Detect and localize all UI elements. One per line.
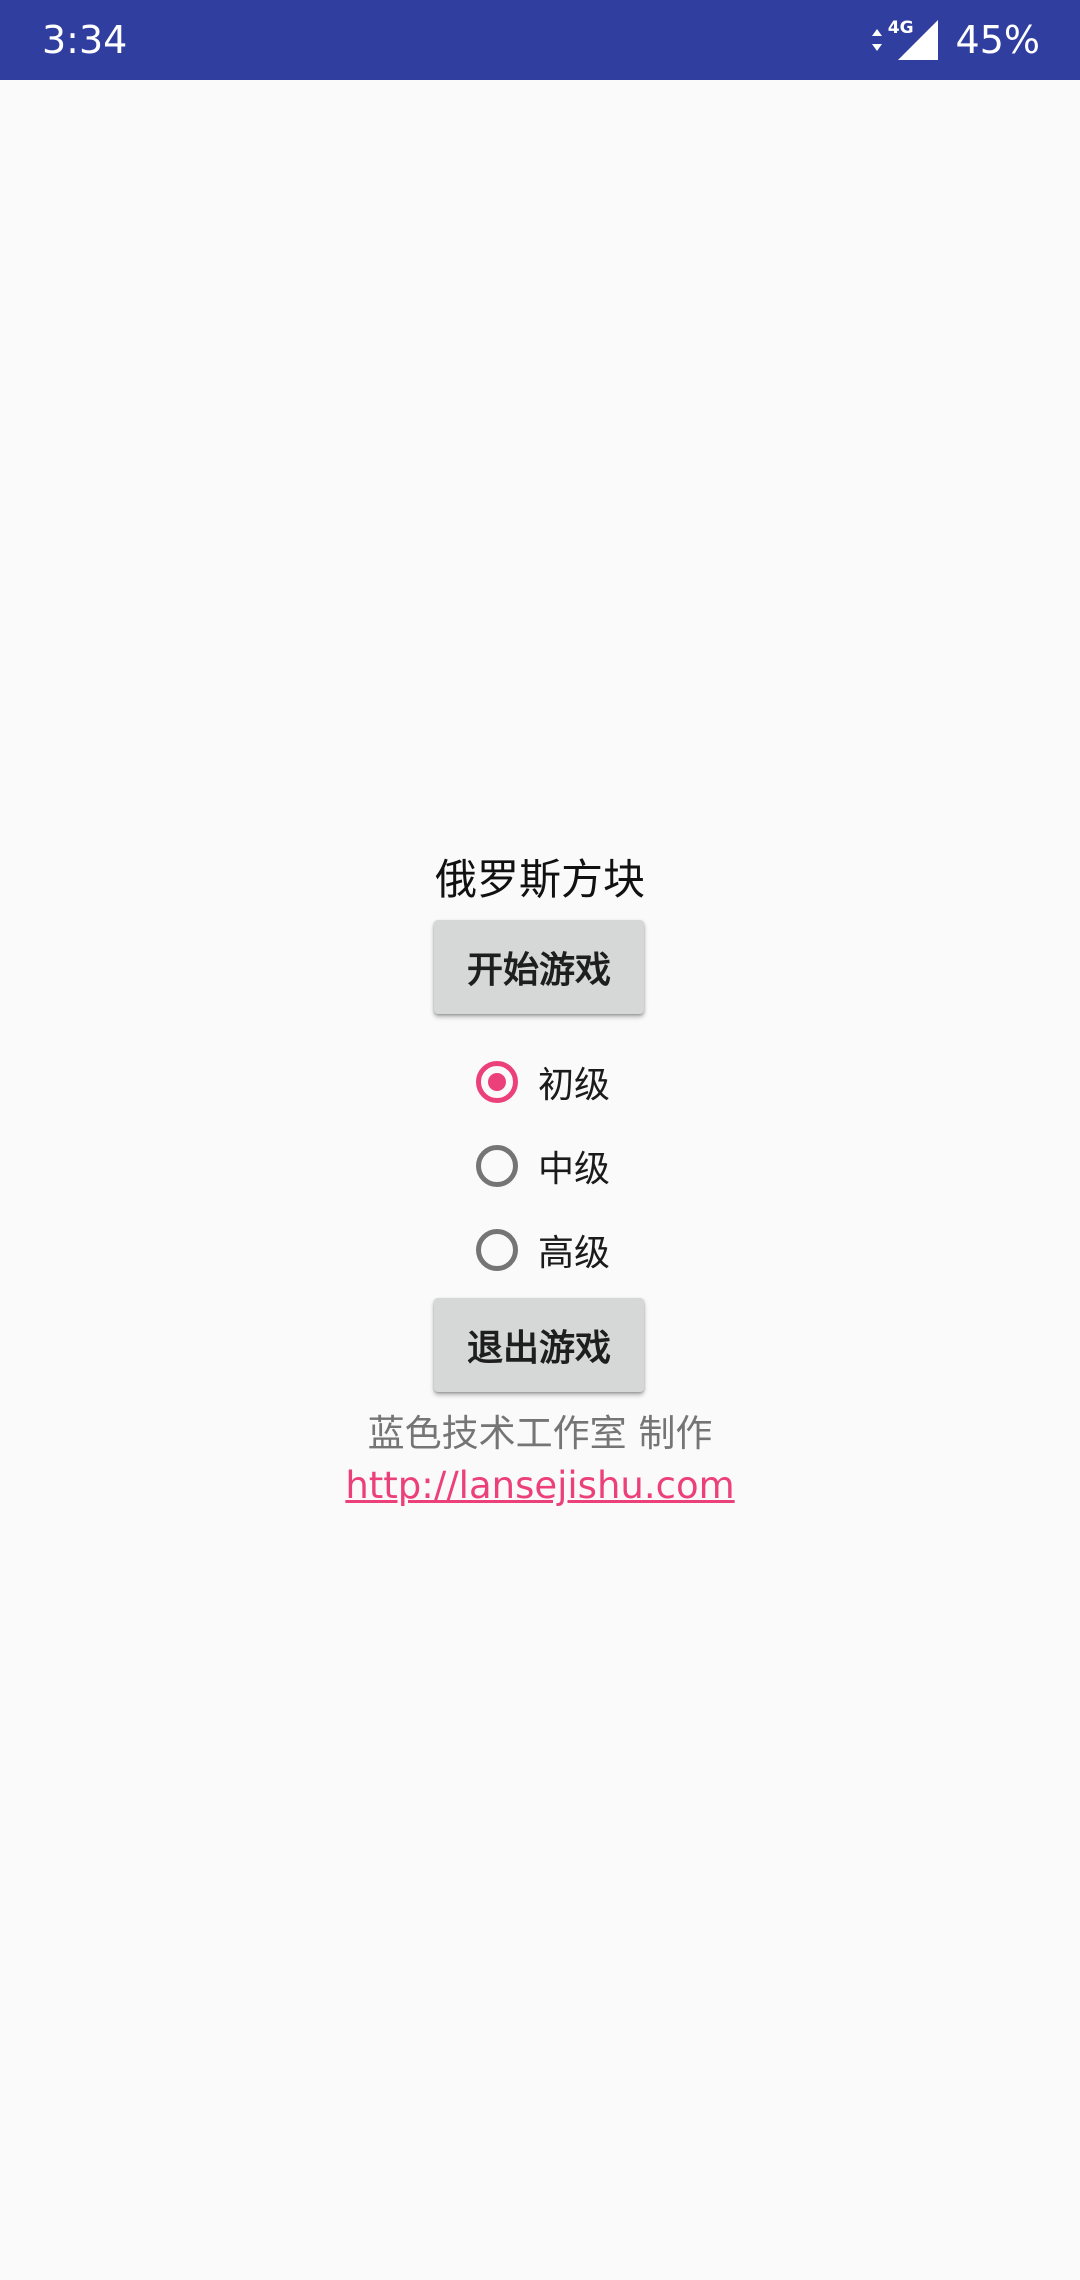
battery-percentage: 45% — [955, 18, 1040, 62]
status-icons: 4G 45% — [870, 0, 1040, 80]
start-game-button[interactable]: 开始游戏 — [434, 920, 644, 1014]
radio-button-checked[interactable] — [476, 1061, 518, 1103]
difficulty-option-intermediate[interactable]: 中级 — [476, 1124, 736, 1208]
radio-label: 高级 — [538, 1233, 611, 1274]
main-content: 俄罗斯方块 开始游戏 初级 中级 高级 退出游戏 蓝色技术工作室 制作 http… — [0, 80, 1080, 2280]
website-link[interactable]: http://lansejishu.com — [0, 1460, 1080, 1512]
radio-label: 中级 — [538, 1149, 611, 1190]
difficulty-radio-group: 初级 中级 高级 — [476, 1040, 736, 1292]
radio-button[interactable] — [476, 1145, 518, 1187]
network-type-label: 4G — [887, 18, 914, 38]
difficulty-option-beginner[interactable]: 初级 — [476, 1040, 736, 1124]
radio-button[interactable] — [476, 1229, 518, 1271]
exit-game-button[interactable]: 退出游戏 — [434, 1298, 644, 1392]
game-title: 俄罗斯方块 — [434, 855, 645, 904]
status-time: 3:34 — [42, 18, 128, 62]
radio-label: 初级 — [538, 1065, 611, 1106]
credit-text: 蓝色技术工作室 制作 — [367, 1412, 713, 1455]
status-bar: 3:34 4G 45% — [0, 0, 1080, 80]
difficulty-option-advanced[interactable]: 高级 — [476, 1208, 736, 1292]
data-activity-icon — [871, 29, 882, 51]
